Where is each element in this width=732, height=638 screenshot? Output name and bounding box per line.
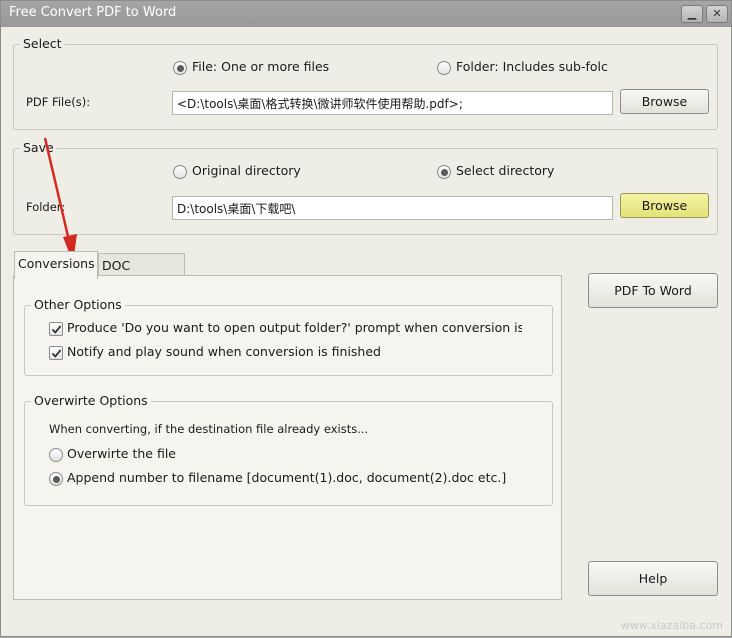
radio-overwrite-file[interactable]: [49, 448, 63, 462]
radio-select-directory-label: Select directory: [456, 163, 555, 178]
open-folder-prompt-checkbox[interactable]: [49, 322, 63, 336]
title-bar[interactable]: Free Convert PDF to Word ▁ ✕: [1, 1, 731, 27]
other-options-group: Other Options Produce 'Do you want to op…: [24, 297, 553, 376]
folder-browse-button[interactable]: Browse: [620, 193, 709, 218]
tab-conversions[interactable]: Conversions: [14, 251, 98, 279]
notify-sound-label: Notify and play sound when conversion is…: [67, 344, 381, 359]
watermark: www.xiazaiba.com: [620, 619, 723, 632]
radio-original-directory[interactable]: [173, 165, 187, 179]
radio-file-label: File: One or more files: [192, 59, 330, 74]
select-group: Select File: One or more files Folder: I…: [13, 36, 718, 130]
save-group-title: Save: [20, 140, 57, 155]
conversions-panel: Other Options Produce 'Do you want to op…: [13, 275, 562, 600]
save-group: Save Original directory Select directory…: [13, 140, 718, 235]
overwrite-options-group: Overwirte Options When converting, if th…: [24, 393, 553, 506]
radio-folder[interactable]: [437, 61, 451, 75]
overwrite-description: When converting, if the destination file…: [49, 422, 369, 436]
select-group-title: Select: [20, 36, 65, 51]
radio-append-number-label: Append number to filename [document(1).d…: [67, 470, 507, 485]
close-button[interactable]: ✕: [706, 5, 728, 23]
minimize-icon: ▁: [687, 7, 697, 20]
app-window: Free Convert PDF to Word ▁ ✕ Select File…: [0, 0, 732, 637]
radio-select-directory[interactable]: [437, 165, 451, 179]
pdf-to-word-button[interactable]: PDF To Word: [588, 273, 718, 308]
pdf-browse-button[interactable]: Browse: [620, 89, 709, 114]
window-title: Free Convert PDF to Word: [9, 5, 177, 20]
radio-overwrite-file-label: Overwirte the file: [67, 446, 176, 461]
close-icon: ✕: [712, 7, 722, 20]
minimize-button[interactable]: ▁: [681, 5, 703, 23]
open-folder-prompt-label: Produce 'Do you want to open output fold…: [67, 320, 522, 335]
folder-input[interactable]: D:\tools\桌面\下载吧\: [172, 196, 613, 220]
pdf-files-label: PDF File(s):: [26, 95, 91, 109]
help-button[interactable]: Help: [588, 561, 718, 596]
notify-sound-checkbox[interactable]: [49, 346, 63, 360]
other-options-title: Other Options: [31, 297, 125, 312]
checkmark-icon: [51, 349, 62, 358]
radio-file[interactable]: [173, 61, 187, 75]
pdf-files-input[interactable]: <D:\tools\桌面\格式转换\微讲师软件使用帮助.pdf>;: [172, 91, 613, 115]
overwrite-options-title: Overwirte Options: [31, 393, 151, 408]
checkmark-icon: [51, 325, 62, 334]
radio-append-number[interactable]: [49, 472, 63, 486]
radio-folder-label: Folder: Includes sub-folc: [456, 59, 608, 74]
radio-original-directory-label: Original directory: [192, 163, 301, 178]
folder-label: Folder:: [26, 200, 66, 214]
